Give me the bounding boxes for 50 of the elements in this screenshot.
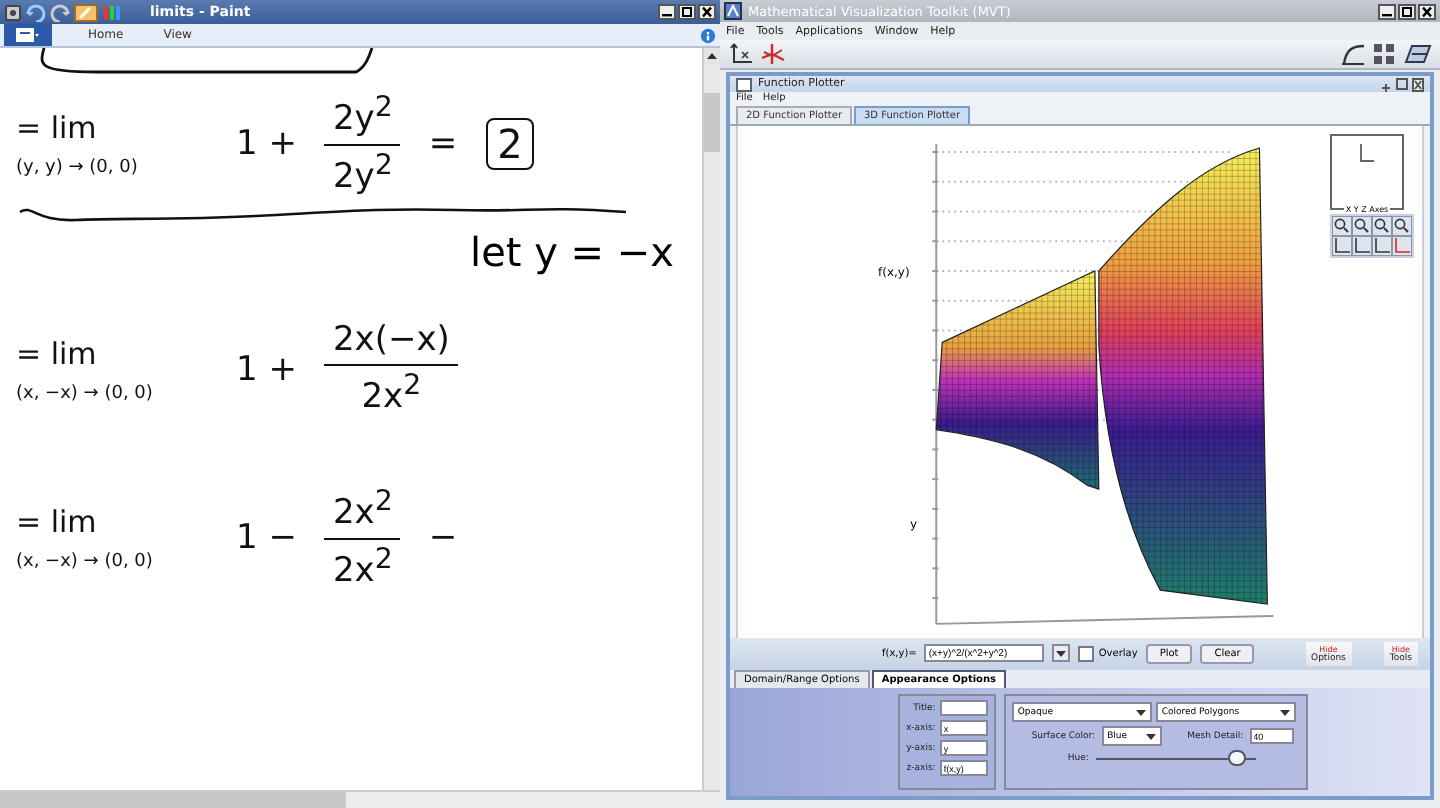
maximize-icon[interactable]: [1398, 3, 1416, 19]
3d-axes-icon[interactable]: [760, 42, 786, 66]
expression-term: 1 +: [236, 124, 297, 165]
hue-slider[interactable]: [1096, 750, 1257, 767]
file-menu-button[interactable]: [4, 24, 52, 46]
close-icon[interactable]: [698, 4, 716, 20]
limit-operator: = lim: [16, 504, 99, 541]
limit-operator: = lim: [16, 335, 99, 372]
fraction-denominator: 2x$^{2}$: [361, 368, 422, 418]
fraction-numerator: 2y$^{2}$: [324, 92, 401, 146]
minimize-icon[interactable]: [658, 4, 676, 20]
horizontal-scrollbar[interactable]: [0, 790, 720, 808]
vertical-scrollbar[interactable]: [702, 48, 720, 790]
limit-operator: = lim: [16, 110, 99, 147]
minimize-icon[interactable]: [1378, 3, 1396, 19]
boxed-answer: 2: [485, 118, 535, 171]
axes-icon[interactable]: [728, 42, 754, 66]
handwritten-note: let y = −x: [470, 228, 674, 277]
expression-term: 1 +: [236, 349, 297, 390]
help-icon[interactable]: [700, 27, 716, 43]
maximize-icon[interactable]: [678, 4, 696, 20]
close-icon[interactable]: [1418, 3, 1436, 19]
dropdown-icon[interactable]: [1052, 644, 1071, 663]
fraction-denominator: 2y$^{2}$: [332, 147, 393, 197]
fraction-numerator: 2x$^{2}$: [324, 485, 401, 540]
expression-term: −: [428, 518, 458, 559]
limit-subscript: (x, −x) → (0, 0): [16, 383, 155, 404]
app-icon[interactable]: [4, 3, 22, 21]
redo-icon[interactable]: [50, 3, 70, 21]
expression-term: =: [428, 124, 458, 165]
fraction-denominator: 2x$^{2}$: [332, 541, 393, 591]
palette-icon[interactable]: [102, 3, 122, 21]
slider-thumb[interactable]: [1227, 750, 1246, 767]
brush-icon[interactable]: [74, 3, 98, 21]
fraction-numerator: 2x(−x): [324, 320, 458, 367]
frame-controls-icon[interactable]: [1380, 77, 1424, 92]
limit-subscript: (y, y) → (0, 0): [16, 158, 140, 179]
text-field[interactable]: [939, 700, 988, 717]
zoom-in-icon[interactable]: [1352, 215, 1372, 236]
undo-icon[interactable]: [26, 3, 46, 21]
expression-term: 1 −: [236, 518, 297, 559]
axes-icon: [1360, 143, 1374, 162]
plane-icon[interactable]: [1404, 42, 1432, 66]
grid-icon[interactable]: [1372, 42, 1398, 66]
app-icon: [724, 2, 742, 20]
document-icon: [16, 28, 40, 42]
curve-icon[interactable]: [1340, 42, 1366, 66]
frame-icon: [736, 77, 752, 92]
limit-subscript: (x, −x) → (0, 0): [16, 552, 155, 573]
overlay-checkbox[interactable]: [1078, 645, 1095, 662]
